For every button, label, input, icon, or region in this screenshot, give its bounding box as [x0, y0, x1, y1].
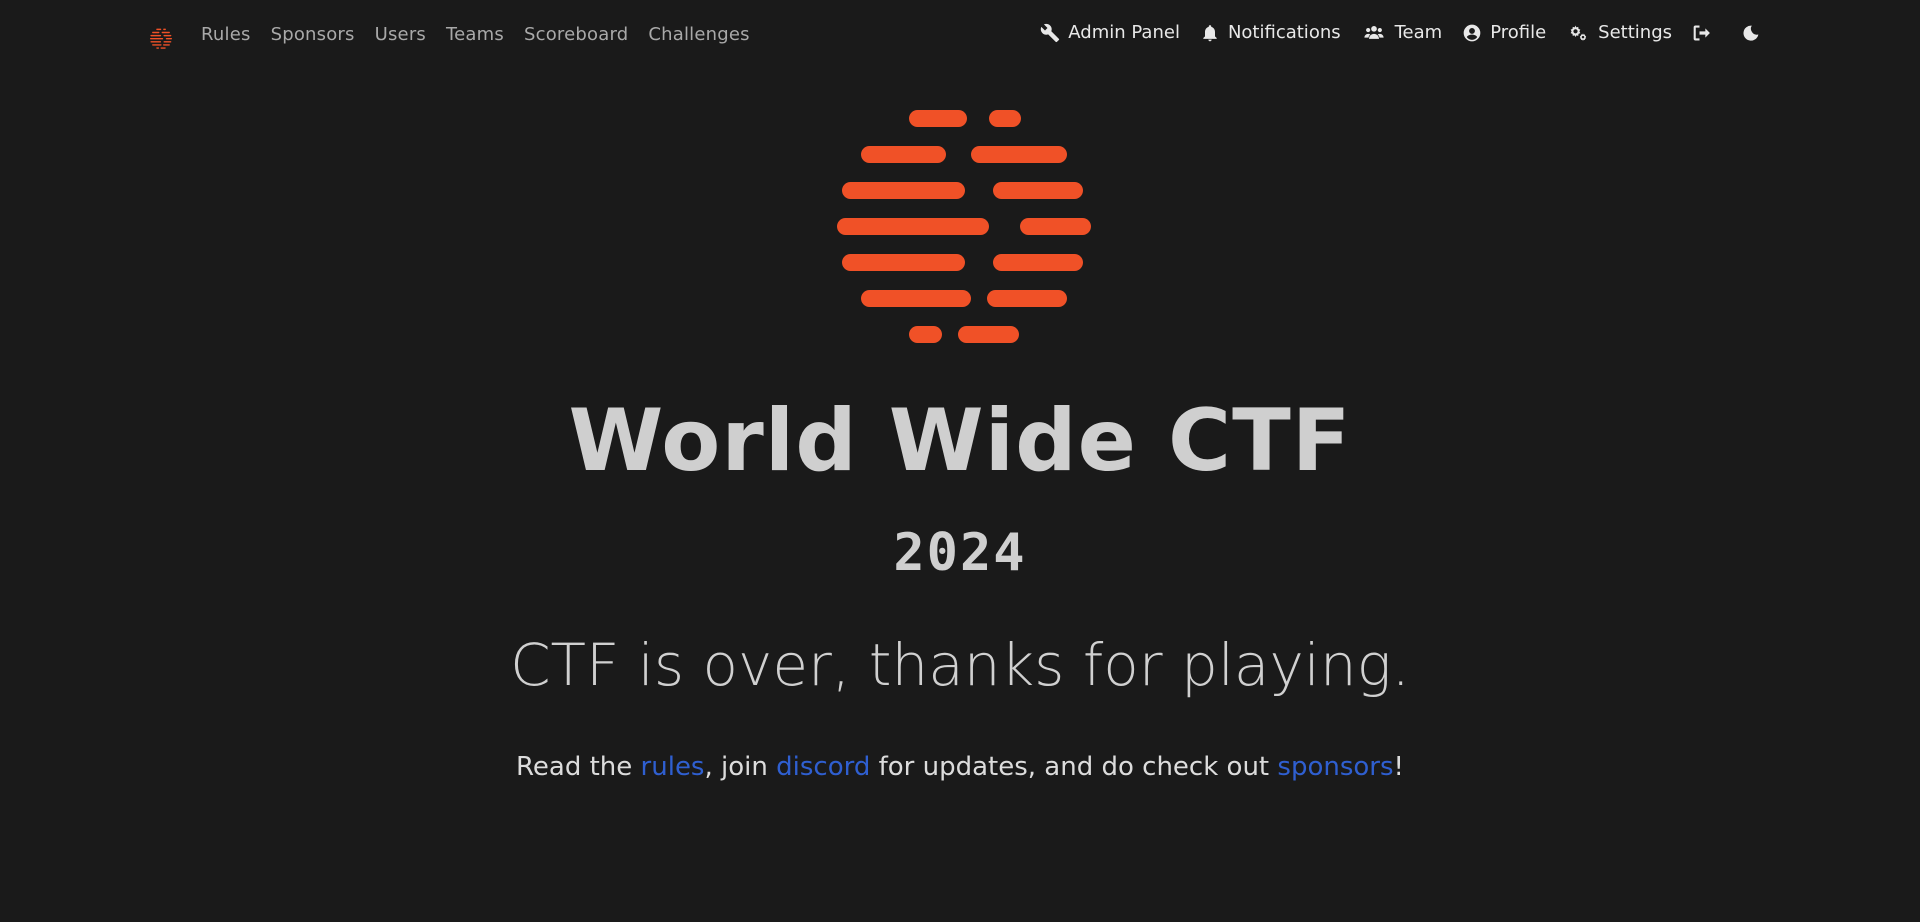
top-navbar: Rules Sponsors Users Teams Scoreboard Ch… — [0, 0, 1920, 74]
tagline-text-2: , join — [704, 752, 777, 782]
rules-link[interactable]: rules — [641, 752, 705, 782]
nav-left-links: Rules Sponsors Users Teams Scoreboard Ch… — [201, 24, 770, 45]
nav-link-teams[interactable]: Teams — [446, 24, 504, 45]
page-title: World Wide CTF — [568, 391, 1352, 491]
wrench-icon — [1041, 23, 1060, 42]
tagline-text-3: for updates, and do check out — [870, 752, 1278, 782]
nav-link-sponsors[interactable]: Sponsors — [271, 24, 355, 45]
tagline: Read the rules, join discord for updates… — [0, 754, 1920, 780]
nav-link-challenges[interactable]: Challenges — [648, 24, 749, 45]
moon-icon — [1743, 25, 1759, 41]
nav-link-profile[interactable]: Profile — [1462, 22, 1546, 43]
wwctf-logo-icon[interactable] — [150, 28, 172, 50]
notifications-label: Notifications — [1227, 22, 1341, 43]
event-year: 2024 — [893, 523, 1027, 583]
discord-link[interactable]: discord — [776, 752, 870, 782]
profile-label: Profile — [1490, 22, 1547, 43]
settings-label: Settings — [1598, 22, 1672, 43]
nav-link-scoreboard[interactable]: Scoreboard — [524, 24, 628, 45]
ctf-over-message: CTF is over, thanks for playing. — [510, 631, 1410, 699]
sponsors-link[interactable]: sponsors — [1277, 752, 1393, 782]
wwctf-logo-icon — [837, 110, 1091, 343]
user-circle-icon — [1463, 24, 1481, 41]
nav-link-notifications[interactable]: Notifications — [1200, 22, 1341, 43]
nav-link-team[interactable]: Team — [1361, 22, 1443, 43]
tagline-text-4: ! — [1393, 752, 1404, 782]
tagline-text-1: Read the — [516, 752, 641, 782]
bell-icon — [1203, 24, 1217, 41]
logout-icon — [1693, 25, 1710, 40]
admin-panel-label: Admin Panel — [1068, 22, 1180, 43]
nav-link-admin-panel[interactable]: Admin Panel — [1040, 22, 1180, 43]
nav-link-settings[interactable]: Settings — [1566, 22, 1672, 43]
nav-right-links: Admin Panel Notifications Team Profile S… — [1040, 22, 1760, 43]
theme-toggle-button[interactable] — [1742, 24, 1760, 42]
users-icon — [1364, 25, 1384, 39]
logout-button[interactable] — [1692, 23, 1712, 43]
nav-link-rules[interactable]: Rules — [201, 24, 251, 45]
nav-link-users[interactable]: Users — [375, 24, 426, 45]
team-label: Team — [1394, 22, 1443, 43]
gears-icon — [1570, 25, 1587, 41]
